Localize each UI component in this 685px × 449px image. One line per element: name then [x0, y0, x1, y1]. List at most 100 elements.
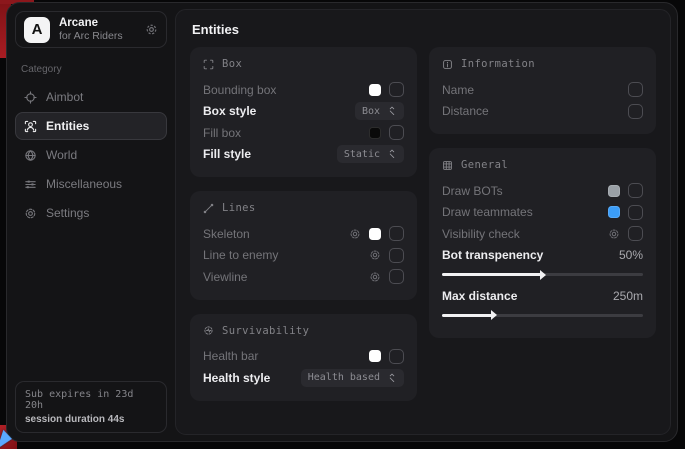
setting-label: Max distance [442, 289, 517, 303]
sidebar-item-miscellaneous[interactable]: Miscellaneous [15, 170, 167, 198]
panel-information: Information Name Distance [429, 47, 656, 134]
slash-icon [203, 203, 214, 214]
setting-label: Fill style [203, 147, 251, 161]
sidebar-item-label: Settings [46, 206, 89, 220]
setting-row: Health bar [203, 346, 404, 368]
session-duration-text: session duration 44s [25, 414, 157, 425]
right-column: InformationNameDistanceGeneralDraw BOTsD… [429, 47, 656, 338]
setting-label: Distance [442, 104, 489, 118]
updown-icon [387, 149, 397, 159]
slider-thumb[interactable] [540, 270, 546, 280]
style-select[interactable]: Box [355, 102, 404, 120]
select-value: Static [344, 149, 380, 160]
setting-label: Visibility check [442, 227, 520, 241]
setting-row: Fill style Static [203, 144, 404, 166]
setting-row: Visibility check [442, 223, 643, 245]
checkbox[interactable] [389, 349, 404, 364]
app-logo-card: A Arcane for Arc Riders [15, 11, 167, 48]
setting-label: Bounding box [203, 83, 276, 97]
page-title: Entities [192, 22, 654, 37]
slider[interactable] [442, 273, 643, 276]
setting-row: Skeleton [203, 223, 404, 245]
checkbox[interactable] [389, 248, 404, 263]
setting-label: Name [442, 83, 474, 97]
panel-title: Lines [222, 202, 256, 214]
panel-box: Box Bounding box Box style Box Fill box Fill … [190, 47, 417, 177]
select-value: Health based [308, 372, 380, 383]
sidebar-item-world[interactable]: World [15, 141, 167, 169]
app-subtitle: for Arc Riders [59, 30, 136, 42]
settings-gear-icon[interactable] [145, 23, 158, 36]
updown-icon [387, 373, 397, 383]
checkbox[interactable] [628, 205, 643, 220]
config-gear-icon[interactable] [369, 249, 381, 261]
setting-row: Health styleHealth based [203, 367, 404, 389]
setting-row: Distance [442, 101, 643, 123]
app-name: Arcane [59, 17, 136, 30]
sidebar: A Arcane for Arc Riders Category AimbotE… [7, 3, 175, 441]
select-value: Box [362, 106, 380, 117]
style-select[interactable]: Static [337, 145, 404, 163]
checkbox[interactable] [389, 125, 404, 140]
setting-row: Line to enemy [203, 245, 404, 267]
misc-icon [24, 178, 37, 191]
setting-label: Fill box [203, 126, 241, 140]
color-swatch[interactable] [369, 350, 381, 362]
checkbox[interactable] [628, 82, 643, 97]
panel-title: Survivability [222, 325, 309, 337]
color-swatch[interactable] [369, 127, 381, 139]
config-gear-icon[interactable] [369, 271, 381, 283]
gear-icon [24, 207, 37, 220]
setting-label: Viewline [203, 270, 247, 284]
main-content: Entities Box Bounding box Box style Box Fill… [175, 9, 671, 435]
sidebar-item-label: World [46, 148, 77, 162]
setting-label: Draw teammates [442, 205, 533, 219]
setting-label: Bot transpenency [442, 248, 543, 262]
setting-label: Health bar [203, 349, 258, 363]
setting-label: Skeleton [203, 227, 250, 241]
checkbox[interactable] [389, 226, 404, 241]
panel-lines: Lines Skeleton Line to enemy Viewline [190, 191, 417, 300]
color-swatch[interactable] [608, 206, 620, 218]
left-column: Box Bounding box Box style Box Fill box Fill … [190, 47, 417, 401]
crosshair-icon [24, 91, 37, 104]
checkbox[interactable] [628, 183, 643, 198]
panel-title: Information [461, 58, 535, 70]
slider[interactable] [442, 314, 643, 317]
app-logo: A [24, 17, 50, 43]
category-label: Category [21, 64, 161, 75]
globe-icon [24, 149, 37, 162]
panel-survivability: Survivability Health bar Health styleHealt… [190, 314, 417, 401]
sidebar-item-settings[interactable]: Settings [15, 199, 167, 227]
app-title-block: Arcane for Arc Riders [59, 17, 136, 42]
setting-row: Draw teammates [442, 202, 643, 224]
sidebar-item-aimbot[interactable]: Aimbot [15, 83, 167, 111]
setting-row: Max distance250m [442, 285, 643, 307]
color-swatch[interactable] [369, 84, 381, 96]
color-swatch[interactable] [608, 185, 620, 197]
subscription-status-card: Sub expires in 23d 20h session duration … [15, 381, 167, 433]
entities-icon [24, 120, 37, 133]
config-gear-icon[interactable] [349, 228, 361, 240]
color-swatch[interactable] [369, 228, 381, 240]
checkbox[interactable] [628, 226, 643, 241]
panel-title: Box [222, 58, 242, 70]
style-select[interactable]: Health based [301, 369, 404, 387]
checkbox[interactable] [389, 82, 404, 97]
sidebar-item-entities[interactable]: Entities [15, 112, 167, 140]
setting-row: Name [442, 79, 643, 101]
setting-label: Line to enemy [203, 248, 278, 262]
setting-row: Bounding box [203, 79, 404, 101]
checkbox[interactable] [628, 104, 643, 119]
setting-row: Draw BOTs [442, 180, 643, 202]
corners-icon [203, 59, 214, 70]
config-gear-icon[interactable] [608, 228, 620, 240]
app-window: A Arcane for Arc Riders Category AimbotE… [6, 2, 678, 442]
slider-thumb[interactable] [491, 310, 497, 320]
updown-icon [387, 106, 397, 116]
sub-expiry-text: Sub expires in 23d 20h [25, 389, 157, 411]
setting-row: Viewline [203, 266, 404, 288]
slider-value: 50% [619, 248, 643, 262]
setting-label: Box style [203, 104, 256, 118]
checkbox[interactable] [389, 269, 404, 284]
